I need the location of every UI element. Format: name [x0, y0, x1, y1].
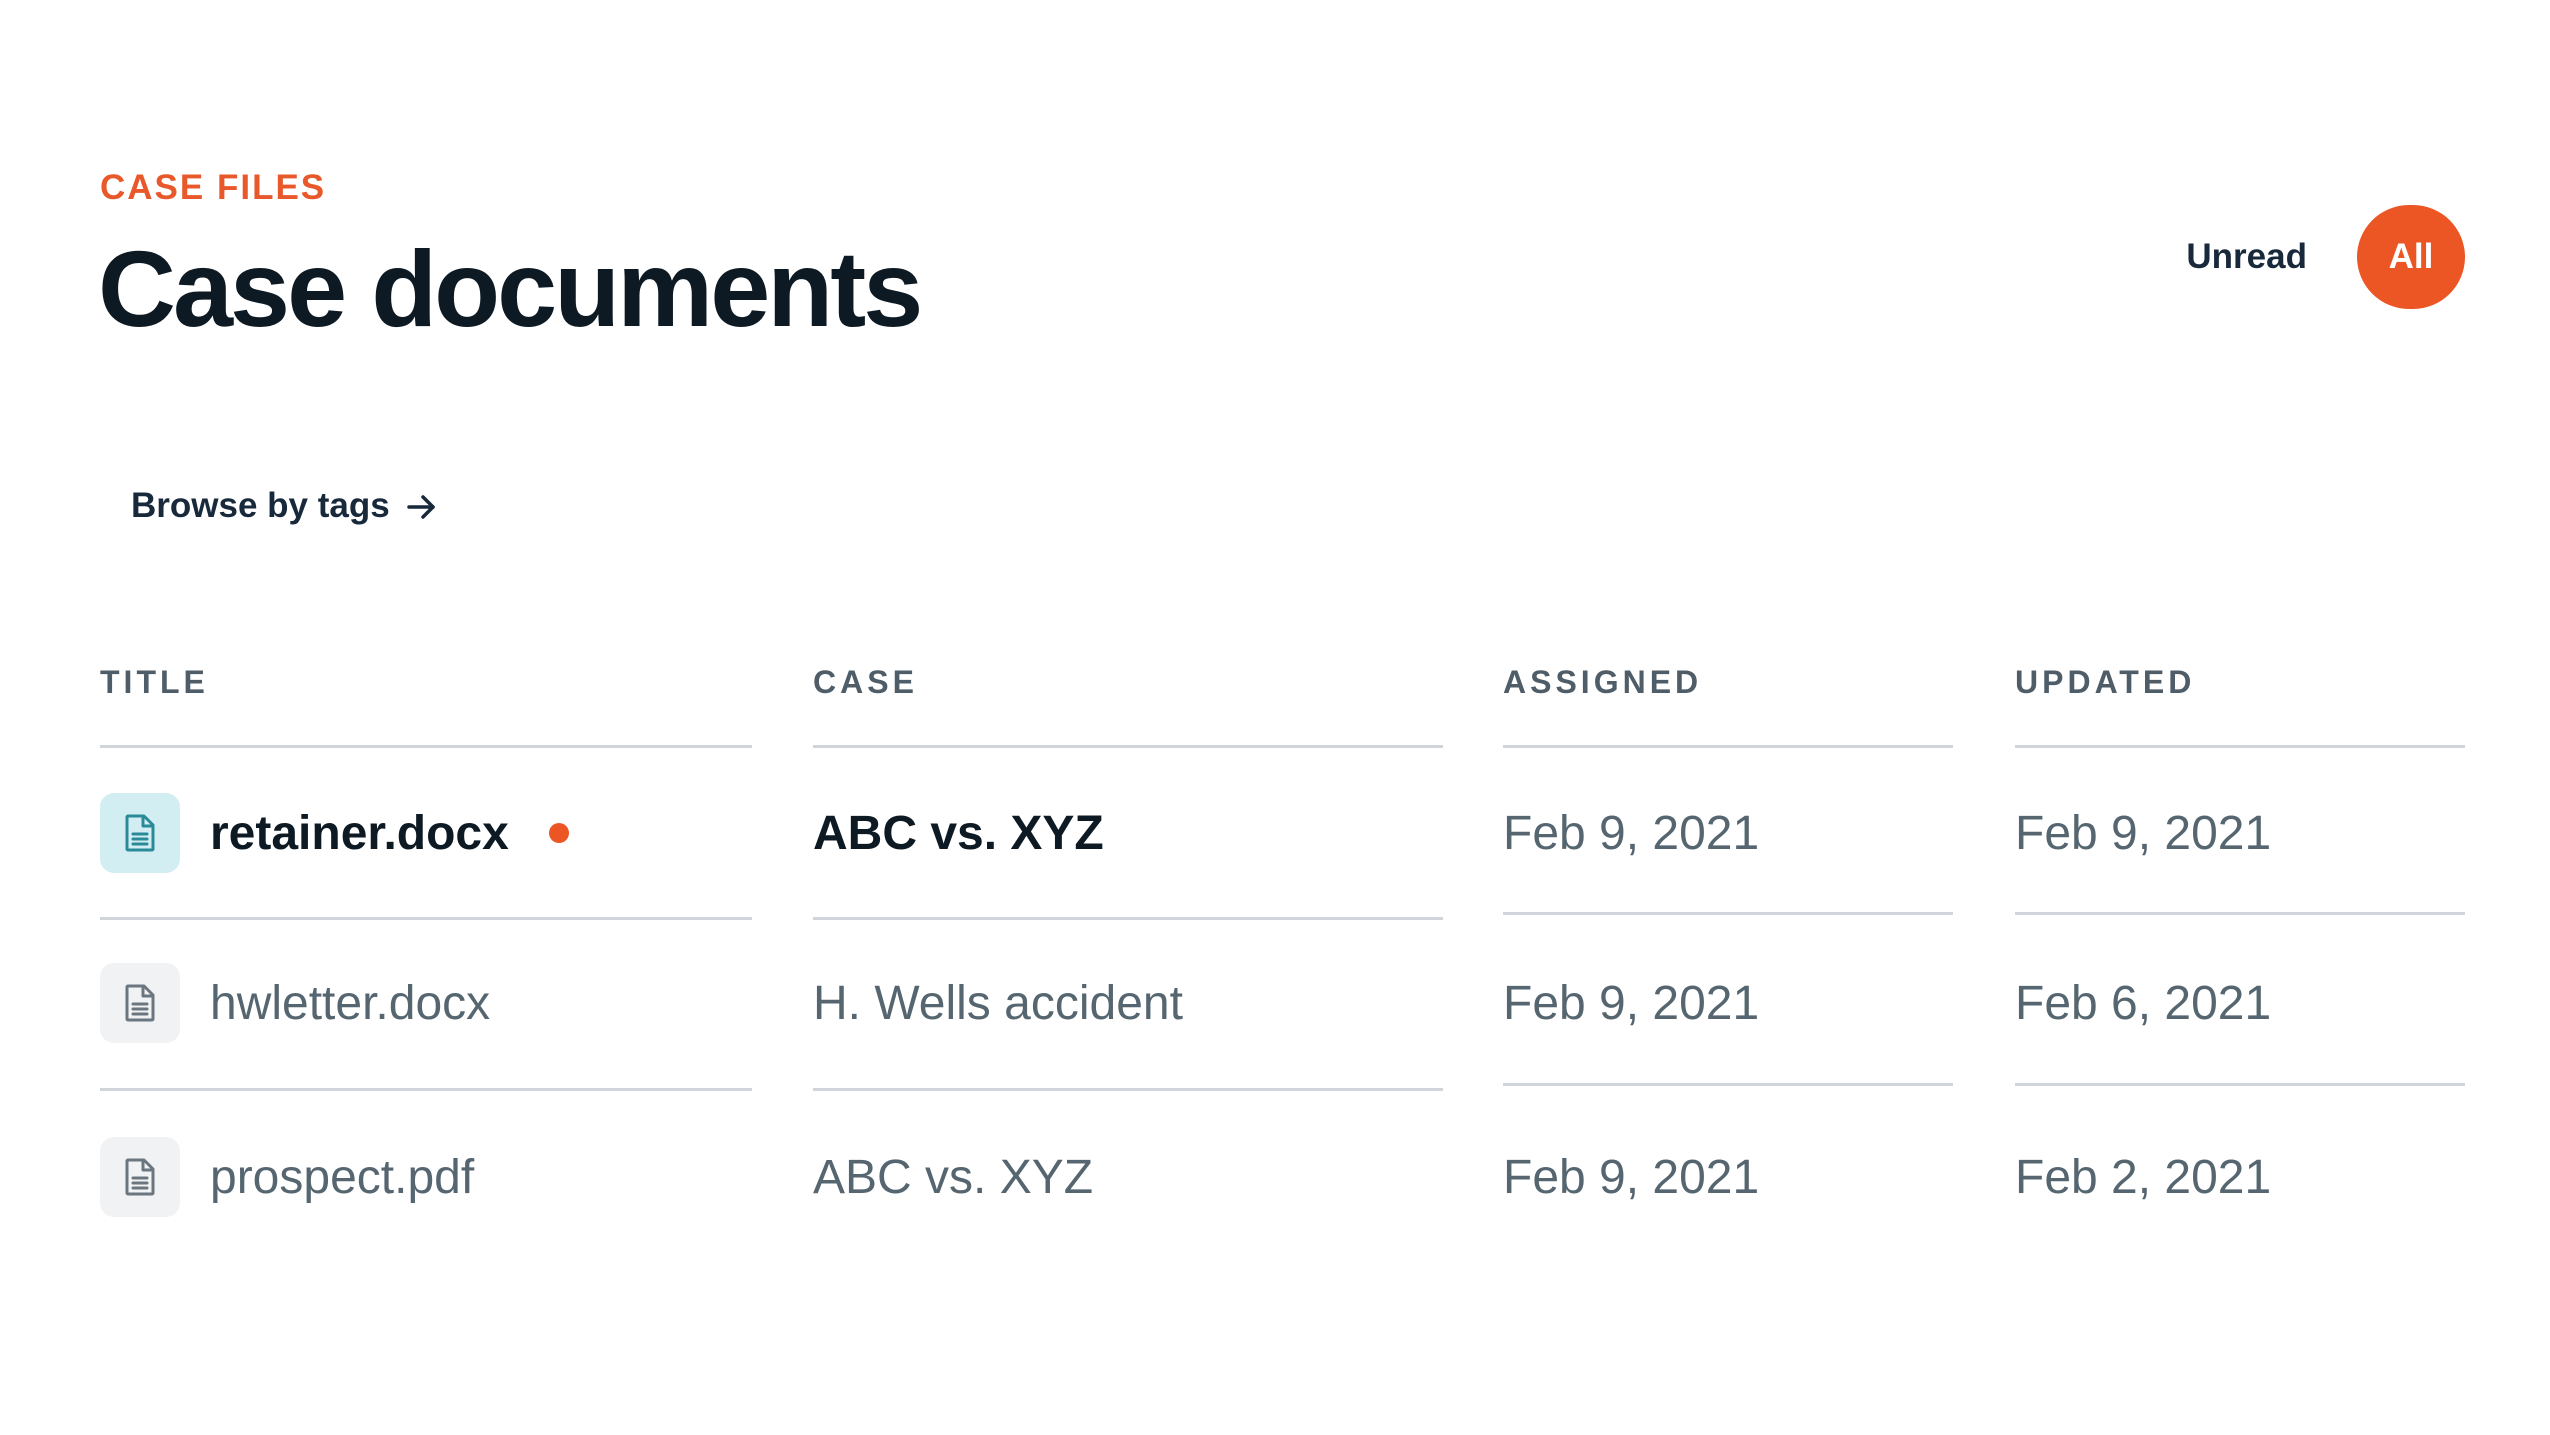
column-header-assigned[interactable]: ASSIGNED	[1503, 664, 1702, 700]
case-cell: ABC vs. XYZ	[813, 1150, 1094, 1204]
document-icon	[100, 1137, 180, 1217]
divider	[1503, 912, 1953, 915]
document-icon	[100, 963, 180, 1043]
column-header-updated[interactable]: UPDATED	[2015, 664, 2195, 700]
divider	[813, 917, 1443, 920]
assigned-cell: Feb 9, 2021	[1503, 1150, 1760, 1204]
column-header-title[interactable]: TITLE	[100, 664, 209, 700]
document-title: prospect.pdf	[210, 1150, 475, 1204]
title-cell: hwletter.docx	[100, 958, 490, 1048]
arrow-right-icon	[406, 491, 438, 521]
assigned-cell: Feb 9, 2021	[1503, 976, 1760, 1030]
title-cell: prospect.pdf	[100, 1132, 474, 1222]
divider	[1503, 745, 1953, 748]
filter-unread-button[interactable]: Unread	[2186, 237, 2307, 277]
unread-indicator	[548, 823, 569, 843]
case-cell: ABC vs. XYZ	[813, 806, 1104, 860]
case-cell: H. Wells accident	[813, 976, 1183, 1030]
browse-by-tags-link[interactable]: Browse by tags	[131, 486, 438, 526]
column-header-case[interactable]: CASE	[813, 664, 918, 700]
divider	[2015, 1083, 2465, 1086]
divider	[1503, 1083, 1953, 1086]
divider	[100, 917, 752, 920]
document-title: hwletter.docx	[210, 976, 491, 1030]
divider	[100, 745, 752, 748]
filter-toggle: Unread All	[2186, 205, 2465, 309]
divider	[2015, 912, 2465, 915]
title-cell: retainer.docx	[100, 788, 569, 878]
document-icon	[100, 793, 180, 873]
divider	[100, 1088, 752, 1091]
page-title: Case documents	[98, 228, 923, 349]
document-title: retainer.docx	[210, 806, 509, 860]
browse-by-tags-label: Browse by tags	[131, 486, 390, 525]
updated-cell: Feb 9, 2021	[2015, 806, 2272, 860]
divider	[813, 745, 1443, 748]
eyebrow-label: CASE FILES	[100, 168, 327, 207]
updated-cell: Feb 6, 2021	[2015, 976, 2272, 1030]
divider	[2015, 745, 2465, 748]
filter-all-button[interactable]: All	[2357, 205, 2465, 309]
divider	[813, 1088, 1443, 1091]
assigned-cell: Feb 9, 2021	[1503, 806, 1760, 860]
updated-cell: Feb 2, 2021	[2015, 1150, 2272, 1204]
